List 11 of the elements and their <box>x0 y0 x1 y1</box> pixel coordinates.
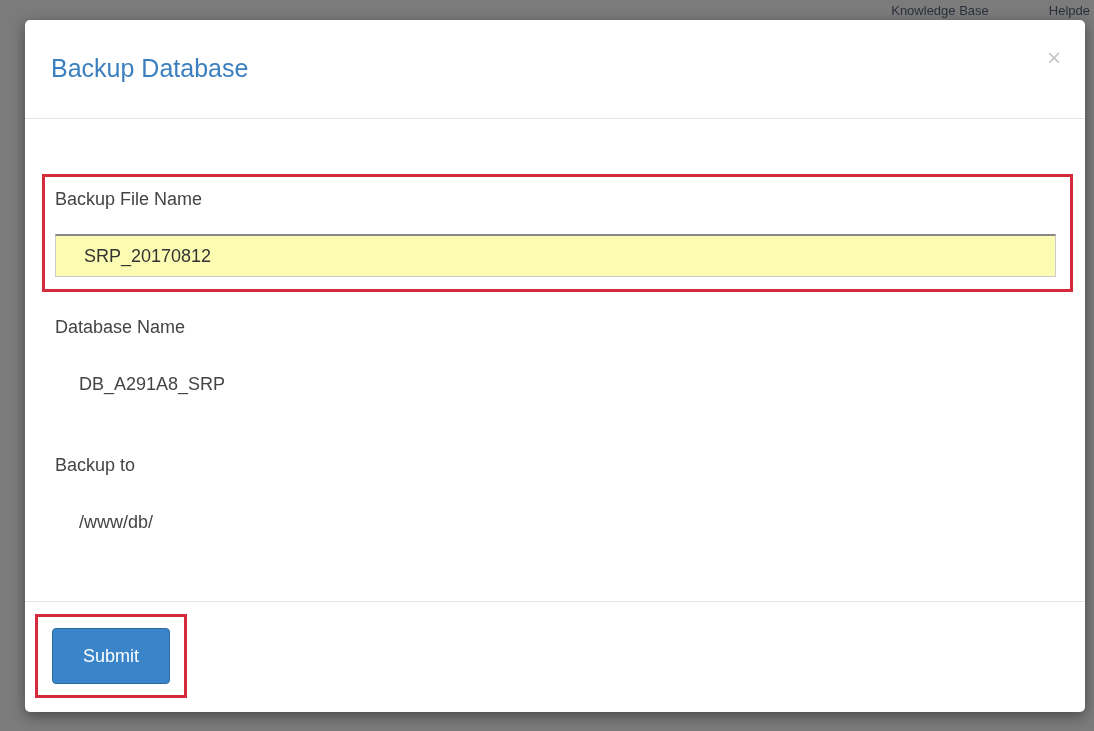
nav-link[interactable]: Helpde <box>1048 2 1090 18</box>
field-label: Backup to <box>55 455 137 476</box>
nav-link[interactable]: Knowledge Base <box>891 2 989 18</box>
field-value: /www/db/ <box>79 512 155 533</box>
field-label: Backup File Name <box>55 189 204 210</box>
submit-button[interactable]: Submit <box>52 628 170 684</box>
field-label: Database Name <box>55 317 187 338</box>
close-button[interactable]: × <box>1047 44 1061 72</box>
field-value: DB_A291A8_SRP <box>79 374 227 395</box>
file-name-field[interactable]: SRP_20170812 <box>55 234 1056 277</box>
dialog-title: Backup Database <box>51 54 249 83</box>
